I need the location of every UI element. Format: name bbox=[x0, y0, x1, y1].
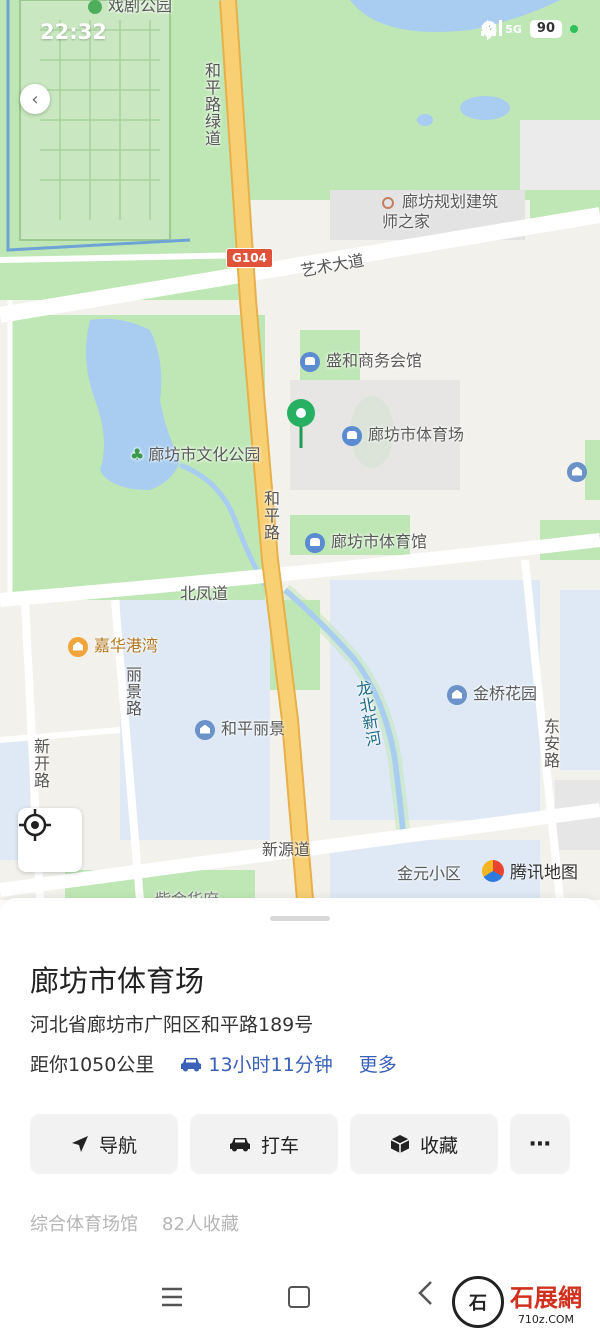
map-label-heping-green-road: 和平路绿道 bbox=[202, 62, 221, 147]
map-label-jinyuan[interactable]: 金元小区 bbox=[397, 860, 461, 884]
highway-shield-g104: G104 bbox=[226, 248, 273, 268]
system-nav-bar: 石 石展網 710z.COM bbox=[0, 1270, 600, 1330]
map-label-top-park[interactable]: 戏剧公园 bbox=[88, 0, 172, 16]
back-arrow-icon[interactable] bbox=[416, 1280, 434, 1306]
favorite-label: 收藏 bbox=[419, 1134, 458, 1157]
map-label-heping-road: 和平路 bbox=[261, 490, 280, 541]
watermark-brand: 石展網 bbox=[510, 1283, 582, 1312]
home-icon bbox=[68, 636, 88, 657]
map-label-culture-park[interactable]: ♣ 廊坊市文化公园 bbox=[130, 441, 260, 465]
map-pin-icon bbox=[287, 399, 315, 448]
map-canvas bbox=[0, 0, 600, 900]
map-provider-logo: 腾讯地图 bbox=[482, 858, 578, 883]
stadium-icon bbox=[342, 425, 362, 446]
favorites-count: 82人收藏 bbox=[162, 1214, 239, 1235]
poi-dot-icon bbox=[382, 196, 394, 209]
map-label-xinkai-road: 新开路 bbox=[31, 738, 50, 789]
map-label-lijing-road: 丽景路 bbox=[123, 666, 142, 717]
menu-icon[interactable] bbox=[160, 1286, 184, 1308]
clock: 22:32 bbox=[40, 20, 107, 44]
status-bar: 22:32 5G 5G 90 bbox=[0, 14, 600, 54]
my-location-button[interactable] bbox=[18, 808, 82, 872]
watermark-url: 710z.COM bbox=[517, 1313, 575, 1326]
navigate-button[interactable]: 导航 bbox=[30, 1114, 178, 1174]
more-actions-button[interactable]: ⋯ bbox=[510, 1114, 570, 1174]
action-buttons: 导航 打车 收藏 ⋯ bbox=[30, 1114, 570, 1174]
map-label-shenghe[interactable]: 盛和商务会馆 bbox=[300, 347, 422, 372]
drive-time-link[interactable]: 13小时11分钟 bbox=[180, 1050, 333, 1077]
home-icon bbox=[195, 719, 215, 740]
drive-time-text: 13小时11分钟 bbox=[208, 1054, 333, 1076]
house-icon bbox=[567, 461, 587, 482]
map-label-planning-house[interactable]: 廊坊规划建筑师之家 bbox=[382, 192, 502, 232]
map-label-xinyuan-road: 新源道 bbox=[262, 840, 311, 859]
gymnasium-icon bbox=[305, 532, 325, 553]
category-tag: 综合体育场馆 bbox=[30, 1214, 138, 1235]
navigation-arrow-icon bbox=[71, 1136, 88, 1152]
signal-label-2: 5G bbox=[505, 22, 522, 36]
favorite-button[interactable]: 收藏 bbox=[350, 1114, 498, 1174]
watermark-logo: 石 石展網 710z.COM bbox=[452, 1276, 582, 1328]
more-link[interactable]: 更多 bbox=[359, 1050, 397, 1077]
place-meta-row: 距你1050公里 13小时11分钟 更多 bbox=[30, 1050, 397, 1077]
home-button[interactable] bbox=[288, 1286, 310, 1308]
taxi-button[interactable]: 打车 bbox=[190, 1114, 338, 1174]
venue-icon bbox=[300, 351, 320, 372]
cube-icon bbox=[390, 1135, 410, 1153]
privacy-dot-icon bbox=[570, 25, 578, 33]
place-tags: 综合体育场馆 82人收藏 bbox=[30, 1210, 239, 1236]
signal-icon-2: 5G bbox=[480, 20, 522, 36]
tencent-map-icon bbox=[482, 859, 504, 882]
distance-label: 距你1050公里 bbox=[30, 1054, 155, 1076]
map-label-jinqiao[interactable]: 金桥花园 bbox=[447, 680, 537, 705]
map-label-gymnasium[interactable]: 廊坊市体育馆 bbox=[305, 528, 427, 553]
place-address: 河北省廊坊市广阳区和平路189号 bbox=[30, 1014, 314, 1036]
car-icon bbox=[229, 1138, 250, 1152]
map-label-edge-poi[interactable] bbox=[567, 461, 593, 482]
map-label-heping-lijing[interactable]: 和平丽景 bbox=[195, 715, 285, 740]
place-title: 廊坊市体育场 bbox=[30, 964, 205, 998]
back-button[interactable]: ‹ bbox=[20, 84, 50, 114]
seal-icon: 石 bbox=[452, 1276, 504, 1328]
crosshair-icon bbox=[19, 809, 51, 841]
map-view[interactable]: 22:32 5G 5G 90 ‹ 戏剧公园 和平路绿道 bbox=[0, 0, 600, 900]
map-label-dongan-road: 东安路 bbox=[541, 718, 560, 769]
taxi-label: 打车 bbox=[260, 1134, 299, 1157]
battery-indicator: 90 bbox=[529, 20, 562, 38]
status-icons: 5G 5G 90 bbox=[480, 20, 578, 40]
sheet-drag-handle[interactable] bbox=[270, 916, 330, 921]
map-label-jiahua[interactable]: 嘉华港湾 bbox=[68, 632, 158, 657]
provider-label: 腾讯地图 bbox=[510, 863, 578, 883]
chevron-left-icon: ‹ bbox=[31, 88, 39, 110]
map-label-stadium[interactable]: 廊坊市体育场 bbox=[342, 421, 464, 446]
home-icon bbox=[447, 684, 467, 705]
place-detail-sheet[interactable]: 廊坊市体育场 河北省廊坊市广阳区和平路189号 距你1050公里 13小时11分… bbox=[0, 898, 600, 1333]
map-label-beifeng-road: 北凤道 bbox=[180, 584, 229, 603]
tree-icon: ♣ bbox=[130, 445, 145, 464]
navigate-label: 导航 bbox=[98, 1134, 137, 1157]
more-icon: ⋯ bbox=[529, 1131, 551, 1157]
car-icon bbox=[181, 1057, 202, 1071]
